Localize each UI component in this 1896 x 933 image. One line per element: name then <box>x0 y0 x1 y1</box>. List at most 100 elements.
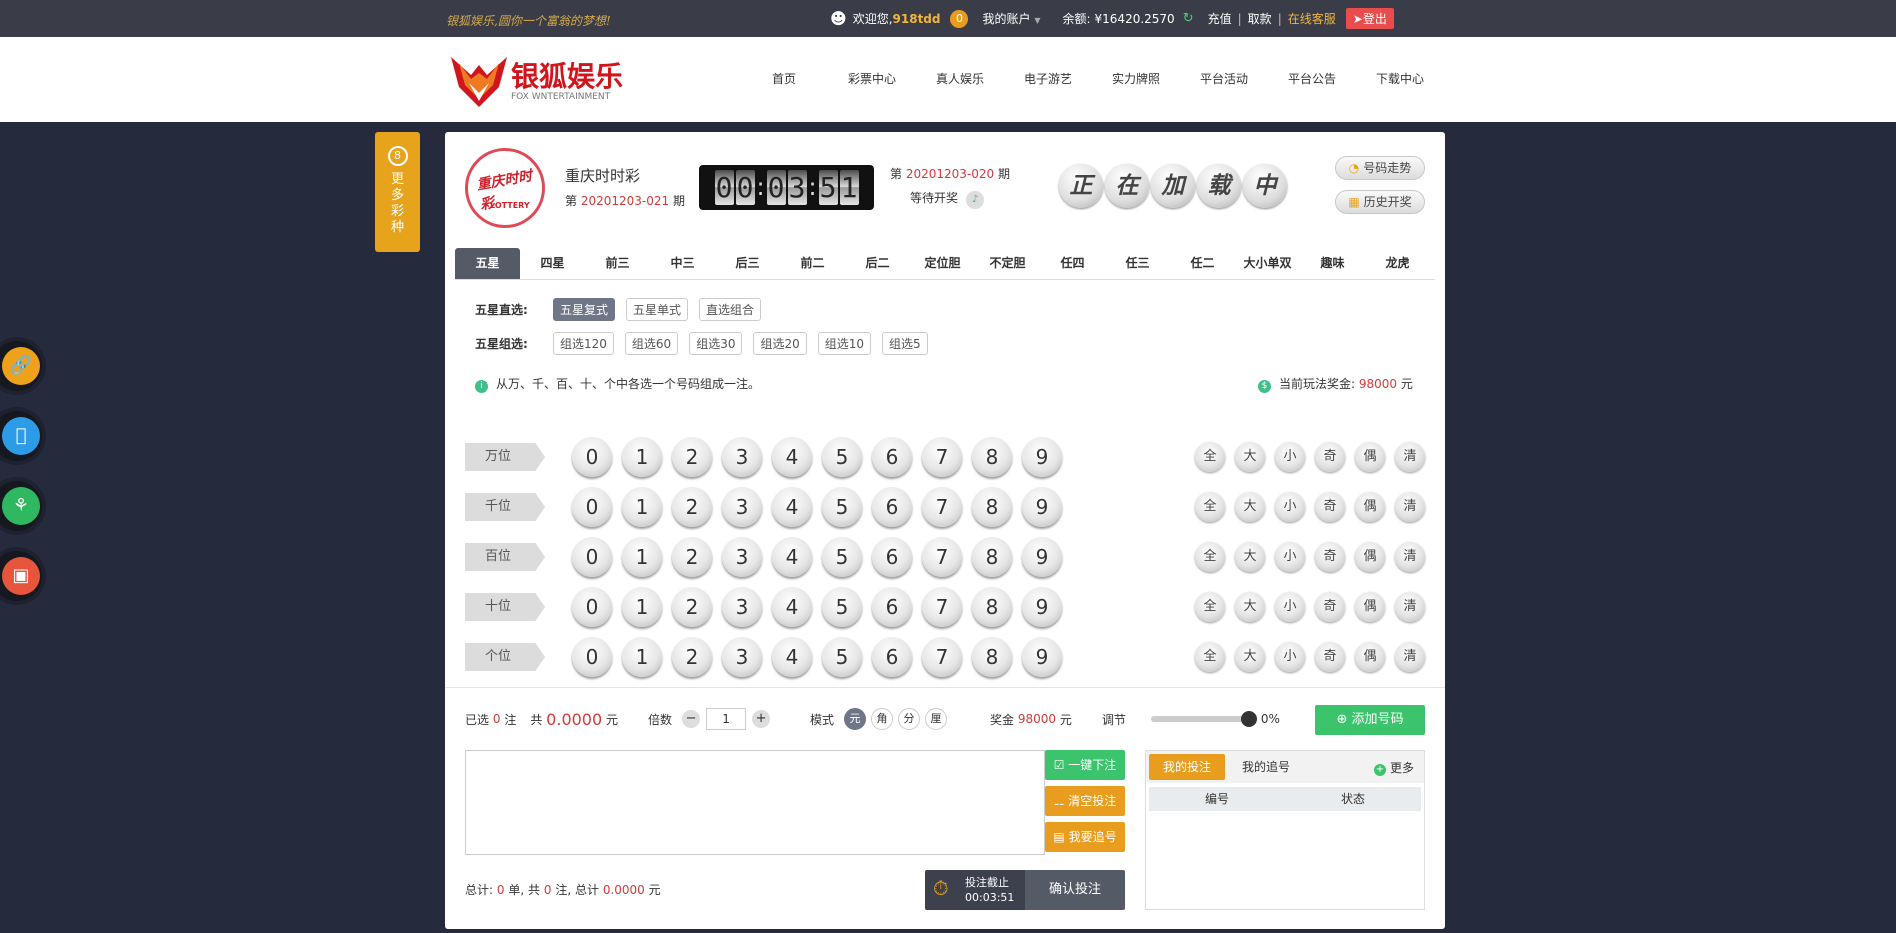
quick-select-button[interactable]: 奇 <box>1315 592 1345 622</box>
plus-button[interactable]: + <box>752 710 771 728</box>
number-ball[interactable]: 4 <box>772 537 812 577</box>
recharge-link[interactable]: 充值 <box>1208 10 1232 27</box>
nav-notice[interactable]: 平台公告 <box>1268 37 1356 122</box>
number-ball[interactable]: 6 <box>872 587 912 627</box>
number-ball[interactable]: 8 <box>972 487 1012 527</box>
number-ball[interactable]: 8 <box>972 437 1012 477</box>
quick-select-button[interactable]: 大 <box>1235 592 1265 622</box>
number-ball[interactable]: 7 <box>922 437 962 477</box>
nav-lottery[interactable]: 彩票中心 <box>828 37 916 122</box>
quick-select-button[interactable]: 清 <box>1395 492 1425 522</box>
quick-select-button[interactable]: 全 <box>1195 542 1225 572</box>
nav-download[interactable]: 下载中心 <box>1356 37 1444 122</box>
number-ball[interactable]: 2 <box>672 637 712 677</box>
number-ball[interactable]: 8 <box>972 537 1012 577</box>
sub-option[interactable]: 五星单式 <box>626 298 689 321</box>
number-ball[interactable]: 0 <box>572 537 612 577</box>
one-click-bet-button[interactable]: ☑ 一键下注 <box>1045 750 1125 780</box>
number-ball[interactable]: 0 <box>572 437 612 477</box>
nav-events[interactable]: 平台活动 <box>1180 37 1268 122</box>
logout-button[interactable]: ➤登出 <box>1345 8 1394 29</box>
nav-license[interactable]: 实力牌照 <box>1092 37 1180 122</box>
tab-5[interactable]: 前二 <box>780 248 845 279</box>
number-ball[interactable]: 1 <box>622 537 662 577</box>
number-ball[interactable]: 7 <box>922 587 962 627</box>
coin-badge[interactable]: 0 <box>950 9 969 28</box>
sub-option[interactable]: 五星复式 <box>553 298 616 321</box>
bet-list-area[interactable] <box>465 750 1045 855</box>
sub-option[interactable]: 组选5 <box>882 332 928 355</box>
add-number-button[interactable]: ⊕ 添加号码 <box>1315 705 1425 735</box>
quick-select-button[interactable]: 大 <box>1235 492 1265 522</box>
sub-option[interactable]: 组选20 <box>753 332 807 355</box>
trend-button[interactable]: ◔ 号码走势 <box>1335 156 1425 180</box>
speaker-icon[interactable]: ♪ <box>966 191 985 209</box>
chase-button[interactable]: ▤ 我要追号 <box>1045 822 1125 852</box>
number-ball[interactable]: 5 <box>822 437 862 477</box>
tab-14[interactable]: 龙虎 <box>1365 248 1430 279</box>
number-ball[interactable]: 5 <box>822 537 862 577</box>
number-ball[interactable]: 0 <box>572 587 612 627</box>
mode-yuan[interactable]: 元 <box>844 708 867 730</box>
refresh-icon[interactable]: ↻ <box>1183 11 1194 26</box>
tab-8[interactable]: 不定胆 <box>975 248 1040 279</box>
mode-fen[interactable]: 分 <box>898 708 921 730</box>
number-ball[interactable]: 0 <box>572 637 612 677</box>
number-ball[interactable]: 4 <box>772 587 812 627</box>
number-ball[interactable]: 2 <box>672 437 712 477</box>
tab-4[interactable]: 后三 <box>715 248 780 279</box>
adjust-slider[interactable] <box>1150 711 1257 727</box>
number-ball[interactable]: 2 <box>672 487 712 527</box>
number-ball[interactable]: 3 <box>722 437 762 477</box>
number-ball[interactable]: 7 <box>922 537 962 577</box>
number-ball[interactable]: 2 <box>672 537 712 577</box>
quick-select-button[interactable]: 大 <box>1235 642 1265 672</box>
number-ball[interactable]: 8 <box>972 587 1012 627</box>
number-ball[interactable]: 9 <box>1022 487 1062 527</box>
tab-0[interactable]: 五星 <box>455 248 520 279</box>
quick-select-button[interactable]: 奇 <box>1315 542 1345 572</box>
quick-select-button[interactable]: 偶 <box>1355 592 1385 622</box>
quick-select-button[interactable]: 全 <box>1195 642 1225 672</box>
number-ball[interactable]: 9 <box>1022 637 1062 677</box>
quick-select-button[interactable]: 小 <box>1275 642 1305 672</box>
number-ball[interactable]: 2 <box>672 587 712 627</box>
number-ball[interactable]: 9 <box>1022 437 1062 477</box>
number-ball[interactable]: 5 <box>822 487 862 527</box>
tab-13[interactable]: 趣味 <box>1300 248 1365 279</box>
number-ball[interactable]: 5 <box>822 587 862 627</box>
quick-select-button[interactable]: 清 <box>1395 542 1425 572</box>
float-desktop[interactable]: ▣ <box>0 551 42 601</box>
quick-select-button[interactable]: 偶 <box>1355 492 1385 522</box>
number-ball[interactable]: 4 <box>772 437 812 477</box>
number-ball[interactable]: 4 <box>772 487 812 527</box>
tab-7[interactable]: 定位胆 <box>910 248 975 279</box>
nav-live[interactable]: 真人娱乐 <box>916 37 1004 122</box>
more-lottery-tab[interactable]: 8 更多彩种 <box>375 132 420 252</box>
sub-option[interactable]: 组选120 <box>553 332 614 355</box>
tab-my-chase[interactable]: 我的追号 <box>1228 754 1304 780</box>
number-ball[interactable]: 1 <box>622 637 662 677</box>
number-ball[interactable]: 3 <box>722 487 762 527</box>
sub-option[interactable]: 组选10 <box>817 332 872 355</box>
tab-10[interactable]: 任三 <box>1105 248 1170 279</box>
number-ball[interactable]: 7 <box>922 487 962 527</box>
number-ball[interactable]: 6 <box>872 637 912 677</box>
minus-button[interactable]: − <box>682 710 701 728</box>
mode-li[interactable]: 厘 <box>925 708 948 730</box>
mode-jiao[interactable]: 角 <box>871 708 894 730</box>
quick-select-button[interactable]: 小 <box>1275 492 1305 522</box>
withdraw-link[interactable]: 取款 <box>1248 10 1272 27</box>
tab-my-bets[interactable]: 我的投注 <box>1149 754 1226 780</box>
number-ball[interactable]: 6 <box>872 537 912 577</box>
service-link[interactable]: 在线客服 <box>1288 10 1336 27</box>
float-apple[interactable]:  <box>0 411 42 461</box>
number-ball[interactable]: 1 <box>622 587 662 627</box>
number-ball[interactable]: 6 <box>872 487 912 527</box>
tab-6[interactable]: 后二 <box>845 248 910 279</box>
slider-handle[interactable] <box>1240 711 1257 727</box>
sub-option[interactable]: 组选30 <box>689 332 743 355</box>
history-button[interactable]: ▦ 历史开奖 <box>1335 190 1425 214</box>
tab-1[interactable]: 四星 <box>520 248 585 279</box>
quick-select-button[interactable]: 小 <box>1275 542 1305 572</box>
